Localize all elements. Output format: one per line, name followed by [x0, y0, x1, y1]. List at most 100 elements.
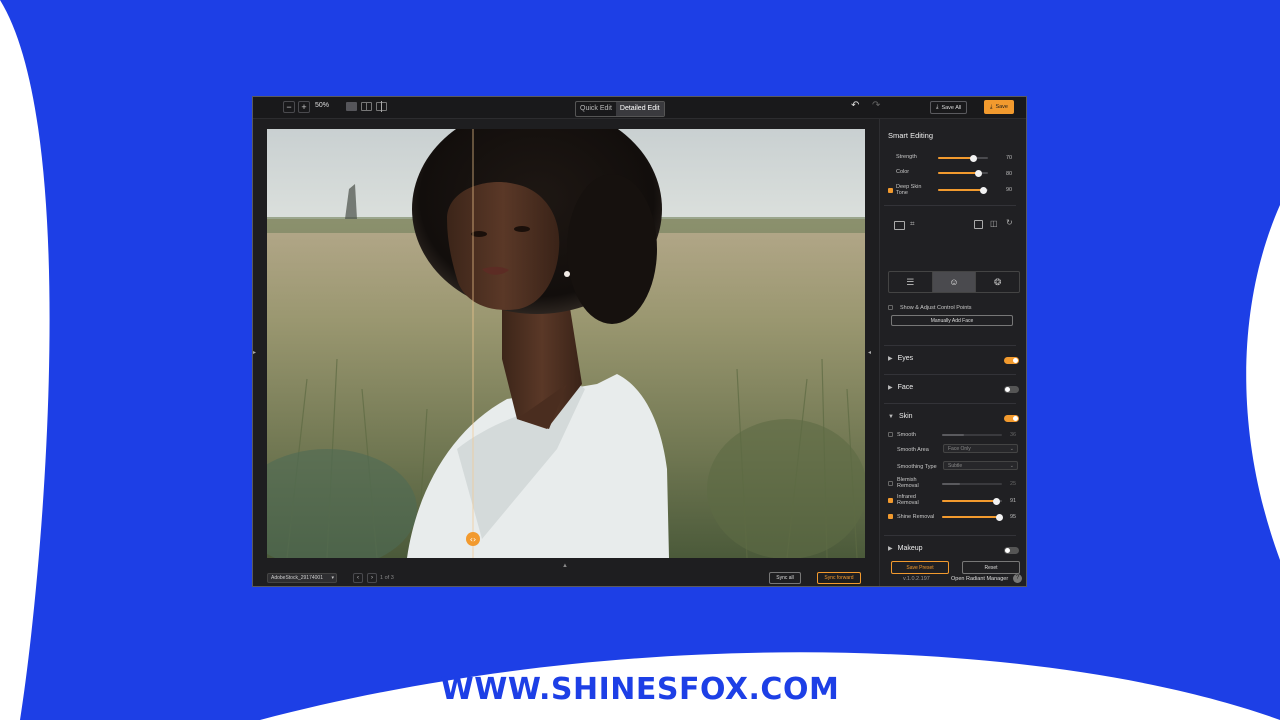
- collapse-right-icon[interactable]: ◂: [868, 349, 871, 356]
- compare-view-icon[interactable]: [376, 101, 387, 112]
- show-points-checkbox[interactable]: [888, 305, 893, 310]
- caret-right-icon: ▶: [888, 356, 893, 362]
- makeup-section-header[interactable]: ▶ Makeup: [888, 545, 923, 552]
- smoothing-type-select[interactable]: Subtle ⌄: [943, 461, 1018, 470]
- minus-icon: −: [286, 101, 292, 112]
- flip-icon[interactable]: ◫: [990, 219, 998, 228]
- skin-section-header[interactable]: ▼ Skin: [888, 413, 913, 420]
- color-label: Color: [896, 169, 910, 175]
- slider-knob[interactable]: [993, 497, 1001, 505]
- chevron-down-icon: ⌄: [1009, 446, 1014, 452]
- collapse-left-icon[interactable]: ▸: [253, 349, 256, 356]
- face-section-header[interactable]: ▶ Face: [888, 384, 913, 391]
- caret-right-icon: ▶: [888, 546, 893, 552]
- smooth-checkbox[interactable]: [888, 432, 893, 437]
- color-circles-icon: ❂: [993, 276, 1002, 287]
- save-button[interactable]: ⤓ Save: [984, 100, 1014, 114]
- divider: [884, 205, 1016, 206]
- divider: [884, 345, 1016, 346]
- svg-text:‹›: ‹›: [470, 535, 476, 544]
- rotate-icon[interactable]: ↻: [1006, 218, 1013, 227]
- slider-knob[interactable]: [995, 513, 1003, 521]
- save-all-button[interactable]: ⤓ Save All: [930, 101, 968, 114]
- photo-editor-window: − + 50% Quick Edit Detailed Edit ↶ ↷ ⤓ Sa…: [252, 96, 1027, 587]
- filename-dropdown[interactable]: AdobeStock_29174001 ▾: [267, 573, 337, 583]
- slider-knob[interactable]: [979, 186, 987, 194]
- slider-knob[interactable]: [969, 154, 977, 162]
- next-image-button[interactable]: ›: [367, 573, 377, 583]
- zoom-level: 50%: [315, 102, 330, 109]
- crop-icon[interactable]: ⌗: [910, 219, 915, 229]
- strength-slider[interactable]: [938, 154, 988, 162]
- prev-image-button[interactable]: ‹: [353, 573, 363, 583]
- straighten-icon[interactable]: [974, 220, 983, 229]
- shine-slider[interactable]: [942, 513, 1003, 521]
- infrared-label: Infrared Removal: [897, 494, 919, 506]
- divider: [884, 403, 1016, 404]
- redo-icon[interactable]: ↷: [872, 100, 880, 111]
- face-toggle[interactable]: [1004, 386, 1019, 393]
- deep-skin-tone-label: Deep Skin Tone: [896, 184, 922, 196]
- add-face-button[interactable]: Manually Add Face: [891, 315, 1013, 326]
- blemish-label: Blemish Removal: [897, 477, 919, 489]
- color-value: 80: [1006, 171, 1013, 177]
- skin-toggle[interactable]: [1004, 415, 1019, 422]
- undo-icon[interactable]: ↶: [851, 100, 859, 111]
- smoothing-type-label: Smoothing Type: [897, 464, 937, 470]
- slider-knob[interactable]: [974, 169, 982, 177]
- chevron-down-icon: ⌄: [1009, 463, 1014, 469]
- tab-detailed-edit[interactable]: Detailed Edit: [615, 102, 664, 116]
- sync-forward-button[interactable]: Sync forward: [817, 572, 861, 584]
- eyes-section-header[interactable]: ▶ Eyes: [888, 355, 913, 362]
- reset-button[interactable]: Reset: [962, 561, 1020, 574]
- deep-skin-tone-value: 90: [1006, 187, 1013, 193]
- open-manager-link[interactable]: Open Radiant Manager: [951, 576, 1008, 582]
- zoom-out-button[interactable]: −: [283, 101, 295, 113]
- smooth-value: 36: [1010, 432, 1017, 438]
- show-points-label: Show & Adjust Control Points: [900, 305, 972, 311]
- caret-down-icon: ▼: [888, 413, 894, 420]
- plus-icon: +: [301, 101, 307, 112]
- zoom-in-button[interactable]: +: [298, 101, 310, 113]
- infrared-checkbox[interactable]: [888, 498, 893, 503]
- deep-skin-tone-checkbox[interactable]: [888, 188, 893, 193]
- version-label: v.1.0.2.197: [903, 576, 930, 582]
- chevron-right-icon: ›: [371, 574, 373, 581]
- caret-right-icon: ▶: [888, 385, 893, 391]
- infrared-value: 91: [1010, 498, 1017, 504]
- photo-canvas[interactable]: ‹›: [267, 129, 865, 558]
- website-url: WWW.SHINESFOX.COM: [440, 672, 840, 707]
- color-slider[interactable]: [938, 169, 988, 177]
- split-view-icon[interactable]: [361, 102, 372, 111]
- help-icon[interactable]: ?: [1013, 574, 1022, 583]
- tab-color[interactable]: ❂: [976, 272, 1019, 292]
- single-view-icon[interactable]: [346, 102, 357, 111]
- tab-adjust[interactable]: ☰: [889, 272, 933, 292]
- page-indicator: 1 of 3: [380, 575, 394, 581]
- shine-value: 95: [1010, 514, 1017, 520]
- tab-portrait[interactable]: ☺: [932, 272, 977, 292]
- portrait-photo: ‹›: [267, 129, 865, 558]
- chevron-left-icon: ‹: [357, 574, 359, 581]
- blemish-slider[interactable]: [942, 483, 1002, 485]
- eyes-toggle[interactable]: [1004, 357, 1019, 364]
- smooth-slider[interactable]: [942, 434, 1002, 436]
- bottom-bar: AdobeStock_29174001 ▾ ‹ › 1 of 3 Sync al…: [253, 567, 867, 586]
- smooth-area-select[interactable]: Face Only ⌄: [943, 444, 1018, 453]
- strength-label: Strength: [896, 154, 917, 160]
- shine-checkbox[interactable]: [888, 514, 893, 519]
- deep-skin-tone-slider[interactable]: [938, 186, 988, 194]
- makeup-toggle[interactable]: [1004, 547, 1019, 554]
- divider: [884, 535, 1016, 536]
- divider: [884, 374, 1016, 375]
- download-icon: ⤓: [936, 104, 939, 110]
- infrared-slider[interactable]: [942, 497, 1002, 505]
- blemish-checkbox[interactable]: [888, 481, 893, 486]
- save-preset-button[interactable]: Save Preset: [891, 561, 949, 574]
- blemish-value: 25: [1010, 481, 1017, 487]
- image-icon[interactable]: [894, 221, 905, 230]
- tab-quick-edit[interactable]: Quick Edit: [576, 102, 616, 116]
- shine-label: Shine Removal: [897, 514, 935, 520]
- sync-all-button[interactable]: Sync all: [769, 572, 801, 584]
- smooth-area-label: Smooth Area: [897, 447, 929, 453]
